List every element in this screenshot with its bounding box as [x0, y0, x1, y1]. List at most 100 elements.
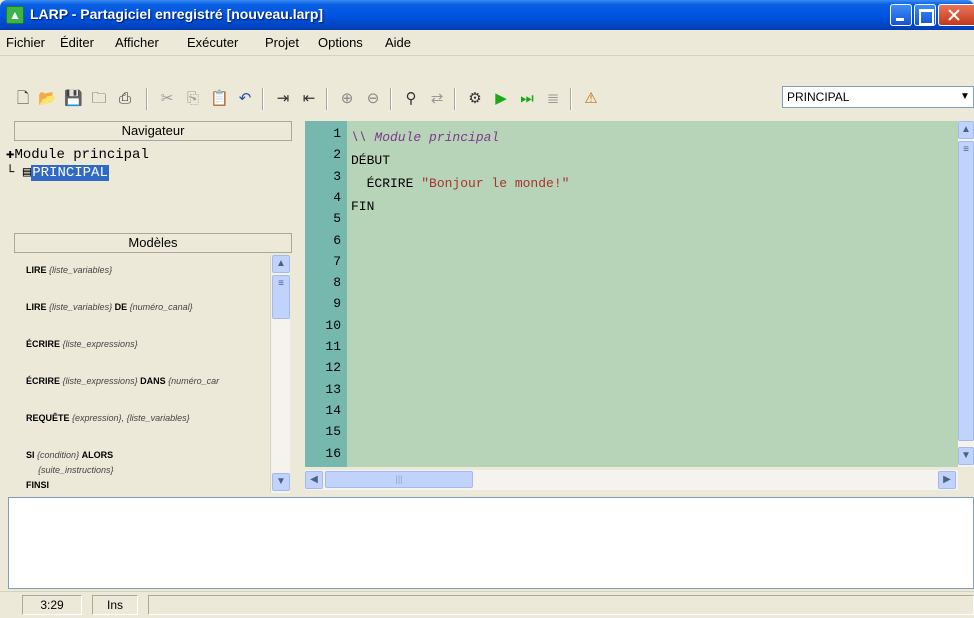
navigator-header: Navigateur	[14, 121, 292, 141]
open-folder-icon[interactable]: 🗀	[90, 90, 108, 108]
outdent-icon[interactable]: ⇤	[300, 90, 318, 108]
scroll-thumb[interactable]: ≡	[958, 141, 974, 441]
menu-options[interactable]: Options	[318, 35, 363, 50]
line-gutter: 1 2 3 4 5 6 7 8 9 10 11 12 13 14 15 16	[305, 121, 347, 467]
toolbar-row: 🗋 📂 💾 🗀 ⎙ ✂ ⎘ 📋 ↶ ⇥ ⇤ ⊕ ⊖ ⚲ ⇄ ⚙ ▶ ⏭ ≣ ⚠	[0, 83, 974, 113]
code-line: DÉBUT	[351, 153, 391, 168]
line-number: 3	[333, 168, 341, 184]
text-icon[interactable]: ≣	[544, 90, 562, 108]
title-bar[interactable]: ▲ LARP - Partagiciel enregistré [nouveau…	[0, 0, 974, 30]
code-line: ÉCRIRE	[351, 176, 422, 191]
scroll-down-icon[interactable]: ▼	[272, 473, 290, 491]
window-title: LARP - Partagiciel enregistré [nouveau.l…	[30, 6, 324, 22]
scroll-up-icon[interactable]: ▲	[272, 255, 290, 273]
line-number: 8	[333, 275, 341, 291]
left-panel: Navigateur ✚Module principal └ ▤PRINCIPA…	[0, 121, 295, 496]
find-icon[interactable]: ⚲	[402, 90, 420, 108]
minimize-button[interactable]	[890, 4, 912, 26]
line-number: 5	[333, 211, 341, 227]
line-number: 15	[325, 424, 341, 440]
maximize-button[interactable]	[914, 4, 936, 26]
menu-projet[interactable]: Projet	[265, 35, 299, 50]
tree-item-principal[interactable]: PRINCIPAL	[31, 165, 109, 181]
toolbar-separator	[454, 88, 456, 110]
scroll-thumb[interactable]: ≡	[272, 275, 290, 319]
cut-icon[interactable]: ✂	[158, 90, 176, 108]
navigator-tree: ✚Module principal └ ▤PRINCIPAL	[6, 146, 149, 182]
run-icon[interactable]: ▶	[492, 90, 510, 108]
scroll-up-icon[interactable]: ▲	[958, 121, 974, 139]
compile-icon[interactable]: ⚙	[466, 90, 484, 108]
models-header: Modèles	[14, 233, 292, 253]
print-icon[interactable]: ⎙	[116, 90, 134, 108]
toolbar: 🗋 📂 💾 🗀 ⎙ ✂ ⎘ 📋 ↶ ⇥ ⇤ ⊕ ⊖ ⚲ ⇄ ⚙ ▶ ⏭ ≣ ⚠	[0, 57, 974, 121]
status-bar: 3:29 Ins	[0, 591, 974, 618]
module-select[interactable]: PRINCIPAL ▼	[782, 86, 974, 108]
module-icon: ▤	[22, 165, 32, 181]
model-item[interactable]: REQUÊTE {expression}, {liste_variables}	[26, 413, 190, 423]
model-item[interactable]: ÉCRIRE {liste_expressions} DANS {numéro_…	[26, 376, 219, 386]
line-number: 6	[333, 232, 341, 248]
line-number: 7	[333, 253, 341, 269]
model-item[interactable]: SI {condition} ALORS	[26, 450, 113, 460]
line-number: 11	[325, 339, 341, 354]
line-number: 4	[333, 189, 341, 205]
zoom-out-icon[interactable]: ⊖	[364, 90, 382, 108]
toolbar-separator	[146, 88, 148, 110]
scroll-down-icon[interactable]: ▼	[958, 447, 974, 465]
code-text[interactable]: \\ Module principal DÉBUT ÉCRIRE "Bonjou…	[351, 126, 569, 218]
model-item[interactable]: LIRE {liste_variables} DE {numéro_canal}	[26, 302, 193, 312]
toolbar-separator	[390, 88, 392, 110]
string-literal: "Bonjour le monde!"	[421, 176, 570, 191]
app-window: ▲ LARP - Partagiciel enregistré [nouveau…	[0, 0, 974, 618]
output-panel[interactable]	[8, 497, 974, 589]
model-item[interactable]: {suite_instructions}	[38, 465, 114, 475]
menu-editer[interactable]: Éditer	[60, 35, 94, 50]
models-list: LIRE {liste_variables} LIRE {liste_varia…	[16, 255, 268, 495]
line-number: 9	[333, 296, 341, 312]
model-item[interactable]: LIRE {liste_variables}	[26, 265, 112, 275]
scroll-right-icon[interactable]: ▶	[938, 471, 956, 489]
debug-icon[interactable]: ⚠	[582, 90, 600, 108]
editor-vscrollbar[interactable]: ▲ ≡ ▼	[958, 121, 974, 467]
cursor-position: 3:29	[22, 595, 82, 615]
toolbar-separator	[262, 88, 264, 110]
scroll-thumb[interactable]: |||	[325, 471, 473, 488]
step-icon[interactable]: ⏭	[518, 90, 536, 108]
new-file-icon[interactable]: 🗋	[14, 90, 32, 108]
menu-aide[interactable]: Aide	[385, 35, 411, 50]
insert-mode: Ins	[92, 595, 138, 615]
model-item[interactable]: ÉCRIRE {liste_expressions}	[26, 339, 138, 349]
chevron-down-icon[interactable]: ▼	[957, 87, 973, 107]
menu-executer[interactable]: Exécuter	[187, 35, 238, 50]
toolbar-separator	[570, 88, 572, 110]
tree-branch: └	[6, 165, 23, 181]
zoom-in-icon[interactable]: ⊕	[338, 90, 356, 108]
line-number: 16	[325, 445, 341, 461]
model-item[interactable]: FINSI	[26, 480, 49, 490]
editor-hscrollbar[interactable]: ◀ ||| ▶	[305, 470, 958, 490]
line-number: 14	[325, 402, 341, 418]
menu-fichier[interactable]: Fichier	[6, 35, 45, 50]
larp-icon[interactable]: ▲	[6, 6, 24, 24]
menu-afficher[interactable]: Afficher	[115, 35, 159, 50]
line-number: 13	[325, 381, 341, 397]
open-file-icon[interactable]: 📂	[38, 90, 57, 108]
line-number: 2	[333, 147, 341, 163]
save-file-icon[interactable]: 💾	[64, 90, 83, 108]
toolbar-separator	[326, 88, 328, 110]
line-number: 12	[325, 360, 341, 376]
models-scrollbar[interactable]: ▲ ≡ ▼	[270, 255, 290, 493]
close-button[interactable]	[938, 4, 974, 26]
line-number: 10	[325, 317, 341, 333]
copy-icon[interactable]: ⎘	[184, 90, 202, 108]
tree-root[interactable]: Module principal	[14, 147, 148, 163]
paste-icon[interactable]: 📋	[210, 90, 229, 108]
replace-icon[interactable]: ⇄	[428, 90, 446, 108]
module-select-value: PRINCIPAL	[787, 90, 850, 104]
code-line: \\ Module principal	[351, 130, 500, 145]
indent-icon[interactable]: ⇥	[274, 90, 292, 108]
code-editor[interactable]: 1 2 3 4 5 6 7 8 9 10 11 12 13 14 15 16 \\ Module princi…	[305, 121, 958, 467]
undo-icon[interactable]: ↶	[236, 90, 254, 108]
scroll-left-icon[interactable]: ◀	[305, 471, 323, 489]
